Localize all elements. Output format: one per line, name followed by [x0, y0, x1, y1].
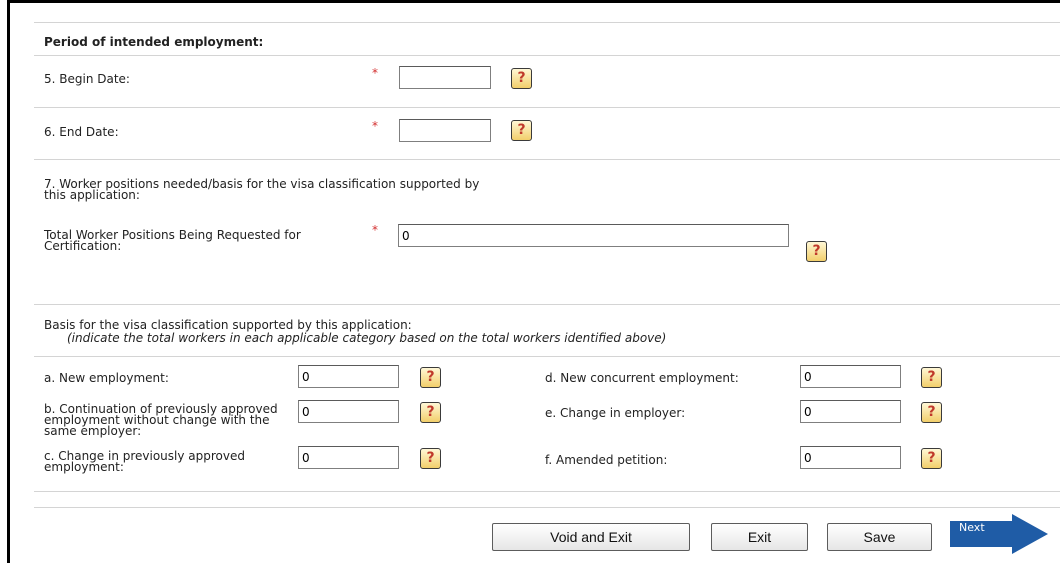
begin-date-label: 5. Begin Date:: [44, 72, 130, 86]
question-help-icon[interactable]: ?: [420, 448, 441, 469]
divider: [34, 22, 1060, 23]
basis-subtitle: (indicate the total workers in each appl…: [67, 331, 667, 345]
divider: [34, 55, 1060, 56]
end-date-input[interactable]: [399, 119, 491, 142]
basis-title: Basis for the visa classification suppor…: [44, 318, 412, 332]
question-help-icon[interactable]: ?: [420, 402, 441, 423]
divider: [34, 304, 1060, 305]
question-help-icon[interactable]: ?: [921, 402, 942, 423]
question-help-icon[interactable]: ?: [420, 367, 441, 388]
question-help-icon[interactable]: ?: [921, 367, 942, 388]
amended-petition-input[interactable]: [800, 446, 901, 469]
change-previous-input[interactable]: [298, 446, 399, 469]
divider: [34, 507, 1060, 508]
divider: [34, 356, 1060, 357]
section-title: Period of intended employment:: [44, 35, 264, 49]
total-positions-input[interactable]: [398, 224, 789, 247]
question-help-icon[interactable]: ?: [806, 241, 827, 262]
concurrent-employment-input[interactable]: [800, 365, 901, 388]
void-and-exit-button[interactable]: Void and Exit: [492, 523, 690, 551]
required-asterisk: *: [372, 223, 378, 237]
window-left-border: [7, 0, 10, 563]
end-date-label: 6. End Date:: [44, 125, 119, 139]
basis-d-label: d. New concurrent employment:: [545, 371, 739, 385]
divider: [34, 491, 1060, 492]
window-top-border: [7, 0, 1060, 3]
required-asterisk: *: [372, 119, 378, 133]
change-employer-input[interactable]: [800, 400, 901, 423]
divider: [34, 159, 1060, 160]
basis-e-label: e. Change in employer:: [545, 406, 686, 420]
basis-a-label: a. New employment:: [44, 371, 169, 385]
basis-c-label: c. Change in previously approved employm…: [44, 449, 245, 474]
new-employment-input[interactable]: [298, 365, 399, 388]
next-arrow-icon[interactable]: [950, 514, 1050, 554]
divider: [34, 107, 1060, 108]
total-positions-label: Total Worker Positions Being Requested f…: [44, 228, 301, 253]
required-asterisk: *: [372, 66, 378, 80]
question-help-icon[interactable]: ?: [921, 448, 942, 469]
exit-button[interactable]: Exit: [711, 523, 808, 551]
question-help-icon[interactable]: ?: [511, 120, 532, 141]
save-button[interactable]: Save: [827, 523, 932, 551]
question-help-icon[interactable]: ?: [511, 68, 532, 89]
positions-intro: 7. Worker positions needed/basis for the…: [44, 177, 480, 202]
continuation-input[interactable]: [298, 400, 399, 423]
basis-b-label: b. Continuation of previously approved e…: [44, 402, 278, 438]
next-button-label[interactable]: Next: [959, 521, 985, 534]
begin-date-input[interactable]: [399, 66, 491, 89]
basis-f-label: f. Amended petition:: [545, 453, 668, 467]
